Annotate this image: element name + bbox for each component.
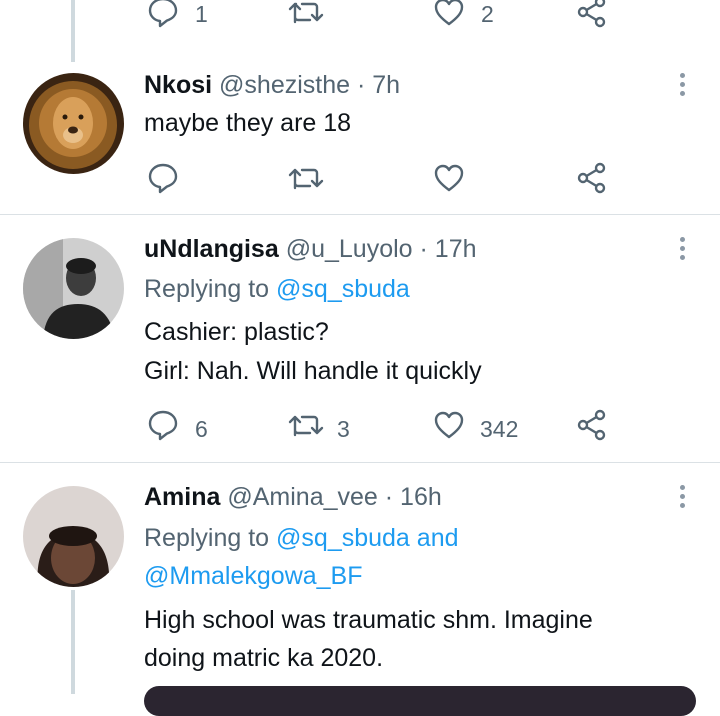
tweet-text-line: doing matric ka 2020. (144, 644, 384, 672)
tweet-header: Nkosi @shezisthe · 7h (144, 70, 400, 100)
retweet-button[interactable]: 3 (288, 409, 368, 449)
replying-to: Replying to @sq_sbuda and @Mmalekgowa_BF (144, 519, 684, 595)
like-button[interactable] (433, 162, 473, 202)
share-button[interactable] (576, 409, 610, 449)
replying-to-label: Replying to (144, 275, 270, 303)
tweet-text-line: Girl: Nah. Will handle it quickly (144, 357, 482, 385)
share-button[interactable] (576, 162, 610, 202)
and-link[interactable]: and (417, 524, 459, 552)
retweet-icon (288, 415, 324, 437)
handle[interactable]: @Amina_vee (227, 483, 377, 511)
more-icon (680, 237, 685, 242)
like-count: 2 (481, 1, 494, 27)
timestamp[interactable]: 17h (435, 235, 477, 263)
media-preview[interactable] (144, 686, 696, 716)
like-button[interactable]: 2 (433, 0, 513, 40)
tweet-text: maybe they are 18 (144, 109, 352, 137)
reply-count: 1 (195, 1, 208, 27)
like-icon (434, 0, 464, 26)
share-icon (577, 162, 606, 194)
separator-dot: · (384, 483, 394, 511)
more-button[interactable] (672, 234, 692, 264)
reply-icon (148, 0, 178, 28)
avatar[interactable] (23, 73, 124, 174)
handle[interactable]: @shezisthe (219, 71, 350, 99)
more-button[interactable] (672, 482, 692, 512)
thread-line-amina (71, 590, 75, 694)
display-name[interactable]: uNdlangisa (144, 235, 279, 263)
reply-button[interactable]: 6 (147, 409, 227, 449)
more-icon (680, 485, 685, 490)
tweet-divider (0, 214, 720, 215)
display-name[interactable]: Nkosi (144, 71, 212, 99)
tweet-header: uNdlangisa @u_Luyolo · 17h (144, 234, 477, 264)
like-button[interactable]: 342 (433, 409, 533, 449)
retweet-icon (288, 168, 324, 190)
share-button[interactable] (576, 0, 610, 40)
share-icon (577, 409, 606, 441)
like-count: 342 (480, 416, 519, 442)
more-icon (680, 73, 685, 78)
separator-dot: · (419, 235, 428, 263)
reply-icon (148, 163, 178, 194)
retweet-button[interactable] (288, 0, 368, 40)
share-icon (577, 0, 606, 28)
timestamp[interactable]: 16h (400, 483, 442, 511)
tweet-header: Amina @Amina_vee · 16h (144, 482, 442, 512)
tweet-divider (0, 462, 720, 463)
tweet-text-line: Cashier: plastic? (144, 318, 329, 346)
mention-link[interactable]: @Mmalekgowa_BF (144, 562, 363, 590)
timestamp[interactable]: 7h (372, 71, 400, 99)
more-button[interactable] (672, 70, 692, 100)
display-name[interactable]: Amina (144, 483, 220, 511)
like-icon (434, 411, 464, 439)
avatar[interactable] (23, 238, 124, 339)
mention-link[interactable]: @sq_sbuda (276, 275, 410, 303)
avatar[interactable] (23, 486, 124, 587)
lion-avatar-image (23, 73, 124, 174)
reply-icon (148, 410, 178, 441)
handle[interactable]: @u_Luyolo (286, 235, 413, 263)
profile-photo-image (23, 238, 124, 339)
tweet-text-line: High school was traumatic shm. Imagine (144, 606, 593, 634)
reply-count: 6 (195, 416, 208, 442)
replying-to: Replying to @sq_sbuda (144, 270, 410, 308)
like-icon (434, 164, 464, 192)
mention-link[interactable]: @sq_sbuda (276, 524, 410, 552)
retweet-icon (288, 2, 324, 24)
separator-dot: · (357, 71, 366, 99)
reply-button[interactable]: 1 (147, 0, 227, 40)
retweet-count: 3 (337, 416, 350, 442)
profile-photo-image (23, 486, 124, 587)
thread-line-top (71, 0, 75, 62)
retweet-button[interactable] (288, 162, 328, 202)
replying-to-label: Replying to (144, 524, 270, 552)
reply-button[interactable] (147, 162, 187, 202)
